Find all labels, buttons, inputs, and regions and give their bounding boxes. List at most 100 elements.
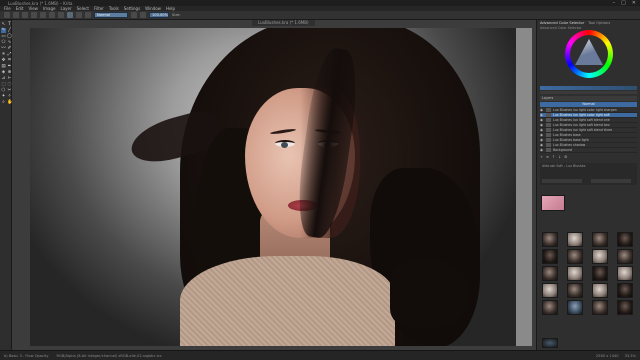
right-docker: Advanced Color Selector Tool Options Adv… [536, 20, 640, 350]
multibrush-icon[interactable]: ✳ [1, 52, 6, 57]
brush-preset-thumb[interactable] [567, 300, 583, 315]
eye-icon[interactable]: ◉ [540, 133, 544, 137]
current-brush-preset[interactable] [541, 195, 565, 211]
brush-preset-thumb[interactable] [542, 249, 558, 264]
new-document-icon[interactable] [4, 12, 10, 18]
brush-preset-thumb[interactable] [542, 338, 558, 348]
eye-icon[interactable]: ◉ [540, 128, 544, 132]
zoom-tool-icon[interactable]: ⌕ [1, 100, 6, 105]
brush-preset-thumb[interactable] [617, 283, 633, 298]
layer-footer: + ≡ ↑ ↓ ⚙ [540, 154, 637, 159]
status-zoom-level[interactable]: 33.3% [625, 354, 636, 358]
brush-preset-thumb[interactable] [542, 300, 558, 315]
freehand-path-icon[interactable]: 〰 [1, 46, 6, 51]
eye-icon[interactable]: ◉ [540, 108, 544, 112]
blend-mode-select[interactable]: Normal [94, 12, 128, 18]
status-color-profile: RGB/Alpha (8-bit integer/channel) sRGB-e… [56, 353, 162, 358]
eye-icon[interactable]: ◉ [540, 113, 544, 117]
brush-preset-thumb[interactable] [542, 232, 558, 247]
move-layer-up-icon[interactable]: ↑ [552, 155, 555, 159]
brush-preset-thumb[interactable] [592, 232, 608, 247]
layer-blend-mode-select[interactable]: Normal [540, 102, 637, 107]
add-layer-icon[interactable]: + [540, 155, 543, 159]
eye-icon[interactable]: ◉ [540, 138, 544, 142]
layer-list: ◉ Lux Blushes lux light color light sharp… [540, 108, 637, 153]
layer-thumbnail [546, 113, 551, 117]
brush-preset-thumb[interactable] [542, 266, 558, 281]
preserve-alpha-icon[interactable] [140, 12, 146, 18]
assistant-tool-icon[interactable]: ⊿ [1, 76, 6, 81]
layer-name: Lux Blushes lux light color light sharpe… [553, 108, 617, 112]
size-label: Size: [172, 13, 181, 17]
color-patches-bar[interactable] [540, 91, 637, 94]
status-right: 2560 x 1440 33.3% [596, 354, 636, 358]
opacity-slider[interactable]: 100.00% [149, 12, 169, 18]
tab-tool-options[interactable]: Tool Options [588, 21, 610, 25]
eye-icon[interactable]: ◉ [540, 118, 544, 122]
layer-thumbnail [546, 133, 551, 137]
brush-preset-thumb[interactable] [592, 283, 608, 298]
eye-icon[interactable]: ◉ [540, 123, 544, 127]
reload-preset-icon[interactable] [131, 12, 137, 18]
layer-name: Lux Blushes shadow [553, 143, 586, 147]
window-title: LuxBlushes.kra (* 1.6MB) – Krita [8, 0, 73, 6]
layer-thumbnail [546, 123, 551, 127]
eye-icon[interactable]: ◉ [540, 143, 544, 147]
open-document-icon[interactable] [13, 12, 19, 18]
brush-preset-thumb[interactable] [592, 249, 608, 264]
preset-tag-field[interactable] [591, 179, 632, 183]
layer-menu-icon[interactable]: ≡ [546, 155, 549, 159]
layer-thumbnail [546, 138, 551, 142]
layer-thumbnail [546, 128, 551, 132]
eye-icon[interactable]: ◉ [540, 148, 544, 152]
move-tool-icon[interactable]: ✥ [1, 58, 6, 63]
brush-tool-icon[interactable]: ✎ [1, 28, 6, 33]
layer-row[interactable]: ◉ Background [540, 148, 637, 153]
undo-icon[interactable] [31, 12, 37, 18]
rect-select-icon[interactable]: ⬚ [1, 82, 6, 87]
gradient-tool-icon[interactable]: ▤ [1, 64, 6, 69]
brush-preset-thumb[interactable] [567, 283, 583, 298]
layer-properties-icon[interactable]: ⚙ [564, 155, 567, 159]
color-history-bar[interactable] [540, 86, 637, 90]
brush-preset-thumb[interactable] [592, 266, 608, 281]
contiguous-select-icon[interactable]: ✦ [1, 94, 6, 99]
brush-preset-thumb[interactable] [567, 266, 583, 281]
brush-preset-icon[interactable] [67, 12, 73, 18]
painting-eye-left [275, 140, 295, 148]
brush-preset-thumb[interactable] [567, 249, 583, 264]
canvas-scroll-margin[interactable] [516, 28, 532, 346]
layer-name: Lux Blushes lux light soft blend three [553, 128, 613, 132]
brush-preset-thumb[interactable] [617, 232, 633, 247]
layer-name: Lux Blushes lux light soft blend one [553, 118, 610, 122]
rectangle-tool-icon[interactable]: ▭ [1, 34, 6, 39]
polygon-tool-icon[interactable]: ⬠ [1, 40, 6, 45]
fill-tool-icon[interactable]: ◈ [1, 70, 6, 75]
tab-advanced-color-selector[interactable]: Advanced Color Selector [540, 21, 584, 25]
brush-preset-thumb[interactable] [592, 300, 608, 315]
save-icon[interactable] [22, 12, 28, 18]
brush-preset-thumb[interactable] [567, 232, 583, 247]
painting-canvas[interactable] [30, 28, 516, 346]
brush-preset-thumb[interactable] [617, 266, 633, 281]
status-image-size: 2560 x 1440 [595, 353, 619, 358]
brush-preset-thumb[interactable] [617, 300, 633, 315]
brush-preset-thumb[interactable] [617, 249, 633, 264]
gradient-icon[interactable] [49, 12, 55, 18]
document-tab[interactable]: LuxBlushes.kra (* 1.6MB) [252, 20, 315, 26]
krita-window: LuxBlushes.kra (* 1.6MB) – Krita – □ ✕ F… [0, 0, 640, 360]
layer-name: Lux Blushes base light [553, 138, 589, 142]
polygon-select-icon[interactable]: ⬡ [1, 88, 6, 93]
preset-filter-field[interactable] [542, 179, 582, 183]
redo-icon[interactable] [40, 12, 46, 18]
advanced-color-selector [537, 30, 640, 86]
select-shape-icon[interactable]: ↖ [1, 22, 6, 27]
brush-editor-icon[interactable] [76, 12, 82, 18]
erase-mode-icon[interactable] [85, 12, 91, 18]
move-layer-down-icon[interactable]: ↓ [558, 155, 561, 159]
status-brush-name: b) Basic 3 - Flow Opacity [4, 353, 49, 358]
canvas-area: LuxBlushes.kra (* 1.6MB) [12, 20, 536, 350]
pattern-icon[interactable] [58, 12, 64, 18]
layer-name: Background [553, 148, 573, 152]
brush-preset-thumb[interactable] [542, 283, 558, 298]
